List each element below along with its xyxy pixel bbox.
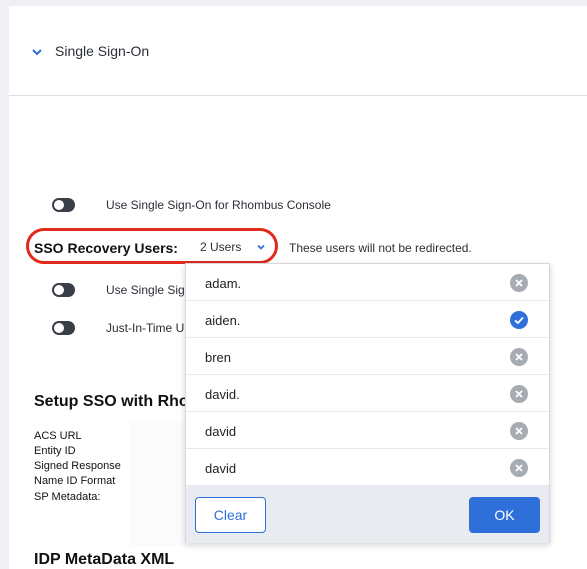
field-values-area — [131, 421, 187, 546]
list-item[interactable]: aiden. — [186, 301, 549, 338]
close-icon[interactable] — [510, 348, 528, 366]
close-icon[interactable] — [510, 422, 528, 440]
chevron-down-icon — [257, 244, 265, 250]
jit-toggle[interactable] — [52, 321, 75, 335]
dropdown-footer: Clear OK — [186, 486, 549, 543]
recovery-note: These users will not be redirected. — [289, 241, 472, 255]
section-title: Single Sign-On — [55, 43, 150, 59]
user-name: david. — [205, 387, 240, 402]
list-item[interactable]: david — [186, 412, 549, 449]
sso-section-header[interactable]: Single Sign-On — [9, 6, 587, 96]
clear-button[interactable]: Clear — [195, 497, 266, 533]
name-id-format-label: Name ID Format — [34, 475, 116, 487]
chevron-down-icon — [32, 49, 42, 56]
user-name: aiden. — [205, 313, 241, 328]
check-icon[interactable] — [510, 311, 528, 329]
list-item[interactable]: bren — [186, 338, 549, 375]
sso-option-label: Use Single Sig — [106, 283, 185, 297]
close-icon[interactable] — [510, 274, 528, 292]
use-sso-toggle[interactable] — [52, 198, 75, 212]
sp-metadata-label: SP Metadata: — [34, 491, 101, 503]
recovery-users-select[interactable]: 2 Users — [200, 240, 265, 254]
close-icon[interactable] — [510, 459, 528, 477]
idp-metadata-title: IDP MetaData XML — [34, 551, 175, 568]
list-item[interactable]: david. — [186, 375, 549, 412]
list-item[interactable]: david — [186, 449, 549, 486]
setup-title: Setup SSO with Rho — [34, 393, 189, 410]
ok-button[interactable]: OK — [469, 497, 540, 533]
recovery-users-dropdown: adam. aiden. bren david. david david Cle… — [185, 263, 550, 543]
close-icon[interactable] — [510, 385, 528, 403]
entity-id-label: Entity ID — [34, 445, 76, 457]
recovery-users-label: SSO Recovery Users: — [34, 240, 178, 256]
sso-option-toggle[interactable] — [52, 283, 75, 297]
acs-url-label: ACS URL — [34, 430, 82, 442]
user-name: bren — [205, 350, 232, 365]
signed-response-label: Signed Response — [34, 460, 121, 472]
recovery-users-value: 2 Users — [200, 240, 242, 254]
jit-label: Just-In-Time U — [106, 321, 185, 335]
list-item[interactable]: adam. — [186, 264, 549, 301]
user-name: david — [205, 461, 237, 476]
user-name: adam. — [205, 276, 242, 291]
user-name: david — [205, 424, 237, 439]
use-sso-label: Use Single Sign-On for Rhombus Console — [106, 198, 331, 212]
